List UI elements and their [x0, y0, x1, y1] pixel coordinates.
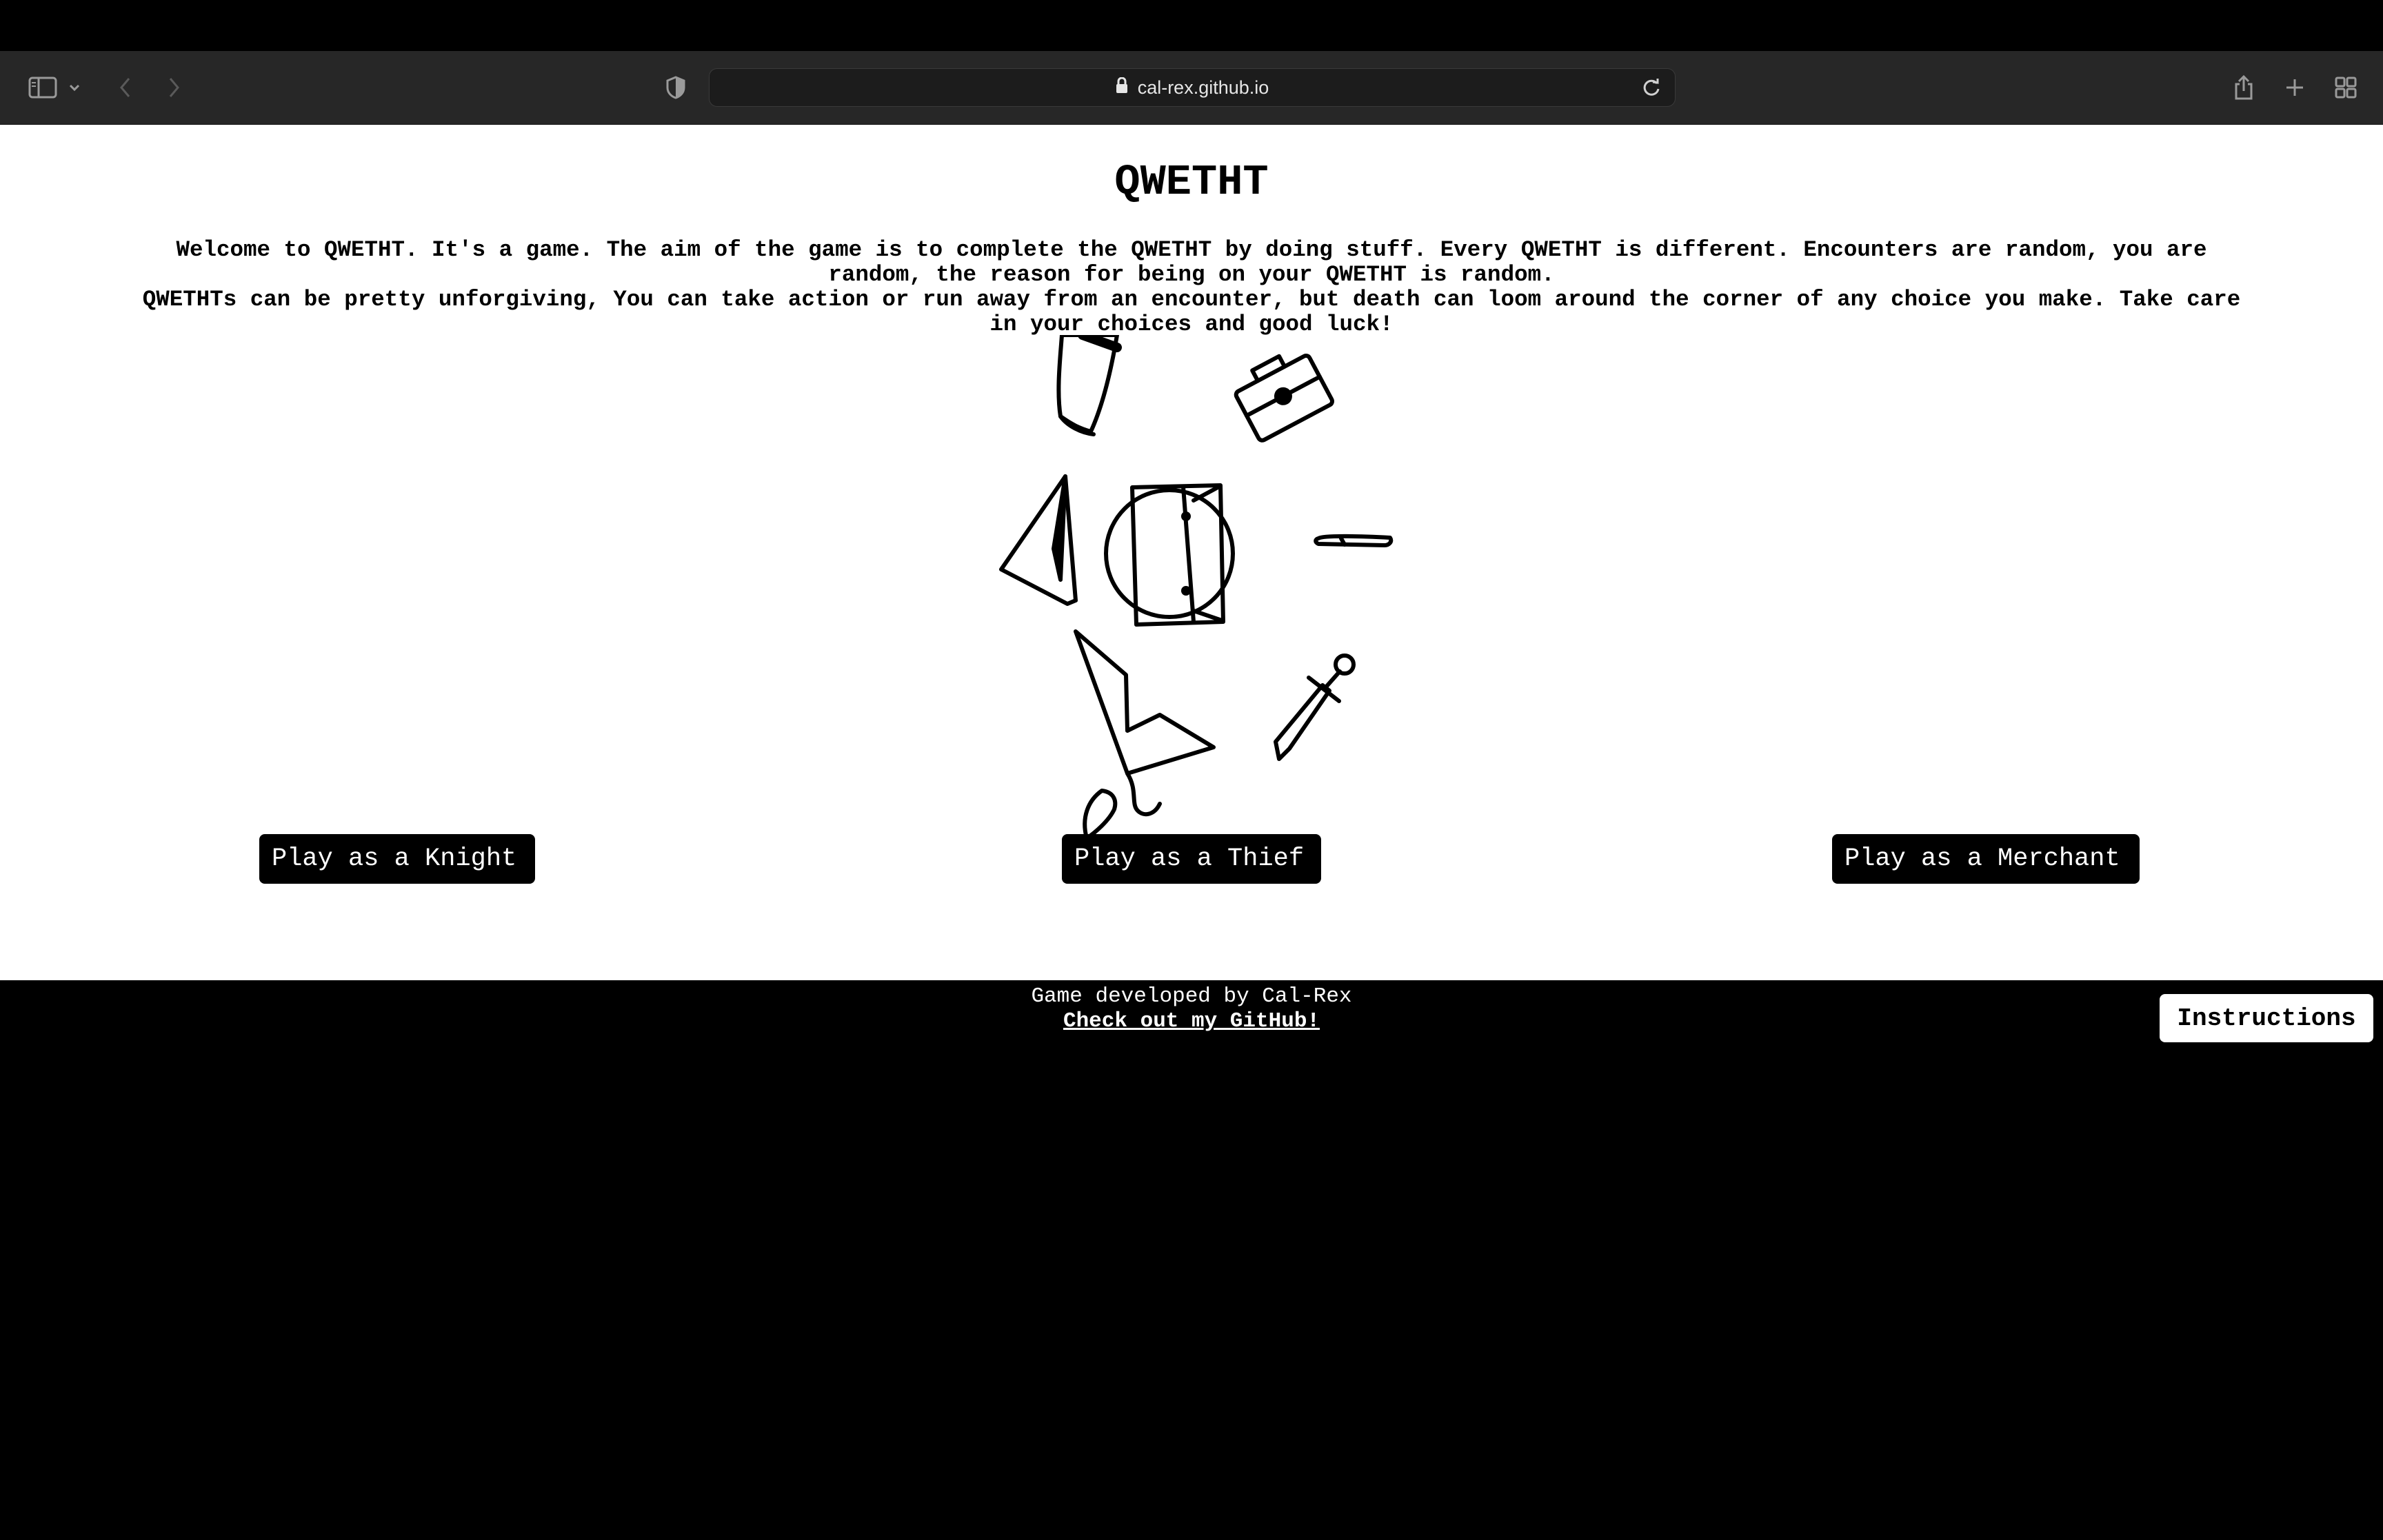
shield-privacy-icon[interactable]: [658, 70, 694, 105]
back-arrow-icon[interactable]: [108, 70, 143, 105]
address-bar[interactable]: cal-rex.github.io: [709, 68, 1676, 107]
chevron-down-icon[interactable]: [61, 70, 88, 105]
footer-credit: Game developed by Cal-Rex Check out my G…: [0, 984, 2383, 1034]
briefcase-icon: [1234, 354, 1334, 443]
forward-arrow-icon[interactable]: [156, 70, 192, 105]
browser-toolbar: cal-rex.github.io: [0, 51, 2383, 125]
character-art: [999, 335, 1394, 874]
intro-paragraph-1: Welcome to QWETHT. It's a game. The aim …: [176, 237, 2207, 287]
instructions-button[interactable]: Instructions: [2160, 994, 2373, 1042]
github-link[interactable]: Check out my GitHub!: [1063, 1009, 1320, 1033]
play-merchant-button[interactable]: Play as a Merchant: [1832, 834, 2140, 884]
os-menu-bar: [0, 0, 2383, 51]
top-hat-icon: [1056, 335, 1122, 436]
boot-icon: [1074, 629, 1216, 817]
shield-icon: [1104, 483, 1235, 627]
url-text: cal-rex.github.io: [1137, 77, 1269, 98]
wizard-hat-icon: [999, 474, 1078, 606]
sidebar-icon[interactable]: [25, 70, 61, 105]
share-icon[interactable]: [2226, 70, 2262, 105]
lock-icon: [1116, 77, 1128, 99]
play-thief-button[interactable]: Play as a Thief: [1062, 834, 1321, 884]
intro-text: Welcome to QWETHT. It's a game. The aim …: [137, 238, 2246, 337]
play-knight-button[interactable]: Play as a Knight: [259, 834, 535, 884]
sword-icon: [1274, 654, 1356, 761]
reload-icon[interactable]: [1635, 71, 1668, 104]
game-page: QWETHT Welcome to QWETHT. It's a game. T…: [0, 125, 2383, 980]
page-footer: Game developed by Cal-Rex Check out my G…: [0, 980, 2383, 1540]
intro-paragraph-2: QWETHTs can be pretty unforgiving, You c…: [142, 287, 2241, 337]
page-title: QWETHT: [1114, 158, 1269, 207]
knife-icon: [1314, 534, 1394, 547]
new-tab-plus-icon[interactable]: [2277, 70, 2313, 105]
developer-credit: Game developed by Cal-Rex: [1031, 984, 1352, 1009]
tab-overview-icon[interactable]: [2328, 70, 2364, 105]
